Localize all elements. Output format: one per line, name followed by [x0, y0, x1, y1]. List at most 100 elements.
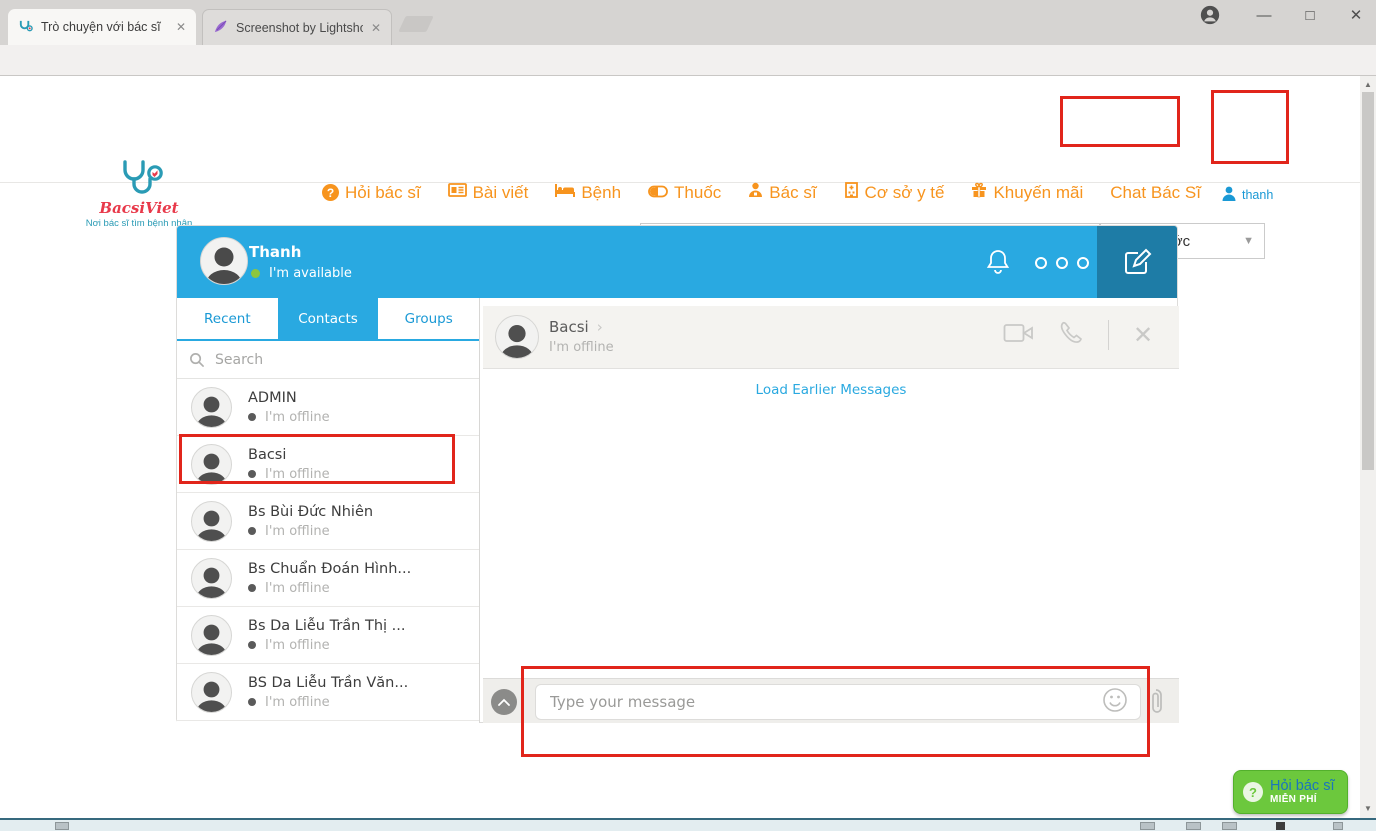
contact-row[interactable]: BS Da Liễu Trần Văn... I'm offline [177, 664, 479, 721]
contact-row-admin[interactable]: ADMIN I'm offline [177, 379, 479, 436]
contact-search-input[interactable] [213, 351, 467, 369]
window-minimize-button[interactable]: — [1244, 0, 1284, 30]
taskbar-icon [1186, 822, 1201, 830]
nav-item-thuoc[interactable]: Thuốc [648, 183, 721, 203]
collapse-button[interactable] [491, 689, 517, 715]
offline-status-dot [248, 470, 256, 478]
ask-doctor-floating-button[interactable]: ? Hỏi bác sĩ MIỄN PHÍ [1233, 770, 1348, 814]
my-name: Thanh [249, 243, 301, 261]
taskbar-icon [1140, 822, 1155, 830]
browser-profile-icon[interactable] [1190, 0, 1230, 30]
lightshot-favicon [213, 19, 228, 37]
nav-label: Cơ sở y tế [865, 183, 945, 203]
nav-item-co-so-y-te[interactable]: Cơ sở y tế [844, 182, 945, 203]
message-input[interactable] [548, 692, 1102, 712]
gift-icon [971, 182, 987, 203]
page-scrollbar[interactable]: ▲ ▼ [1360, 76, 1376, 818]
taskbar-icon [55, 822, 69, 830]
my-status[interactable]: I'm available [251, 266, 352, 281]
notifications-bell-icon[interactable] [985, 248, 1011, 280]
contact-row-bacsi[interactable]: Bacsi I'm offline [177, 436, 479, 493]
logo-text: BacsiViet [84, 201, 194, 215]
nav-item-hoi-bac-si[interactable]: ? Hỏi bác sĩ [322, 183, 421, 203]
load-earlier-messages-link[interactable]: Load Earlier Messages [483, 382, 1179, 398]
avatar [191, 672, 232, 713]
contact-row[interactable]: Bs Bùi Đức Nhiên I'm offline [177, 493, 479, 550]
offline-status-dot [248, 527, 256, 535]
contacts-panel: Recent Contacts Groups ADMIN I'm offline… [177, 298, 480, 723]
conversation-messages-area: Load Earlier Messages [483, 369, 1179, 678]
browser-tab-active[interactable]: Trò chuyện với bác sĩ ✕ [8, 9, 196, 45]
offline-status-dot [248, 413, 256, 421]
contact-search-box[interactable] [177, 341, 479, 379]
nav-label: Bài viết [473, 183, 529, 203]
scroll-up-icon[interactable]: ▲ [1360, 80, 1376, 89]
nav-item-chat-bac-si[interactable]: Chat Bác Sĩ [1110, 183, 1201, 203]
nav-item-bai-viet[interactable]: Bài viết [448, 182, 529, 203]
close-conversation-icon[interactable]: ✕ [1133, 323, 1153, 347]
tab-title: Screenshot by Lightshot [236, 21, 363, 35]
nav-label: Hỏi bác sĩ [345, 183, 421, 203]
pill-icon [648, 183, 668, 203]
taskbar-icon [1276, 822, 1285, 830]
chat-widget-header: Thanh I'm available [177, 226, 1177, 298]
compose-icon [1122, 247, 1152, 277]
video-call-icon[interactable] [1003, 321, 1034, 349]
offline-status-dot [248, 641, 256, 649]
user-account-link[interactable]: thanh [1222, 186, 1273, 204]
message-input-box[interactable] [535, 684, 1141, 720]
contact-row[interactable]: Bs Chuẩn Đoán Hình... I'm offline [177, 550, 479, 607]
conversation-contact-name[interactable]: Bacsi› [549, 318, 603, 336]
site-header: BacsiViet Nơi bác sĩ tìm bệnh nhân ? Hỏi… [0, 76, 1360, 183]
avatar [200, 237, 248, 285]
attachment-paperclip-icon[interactable] [1149, 688, 1163, 720]
avatar [495, 315, 539, 359]
question-circle-icon: ? [322, 184, 339, 201]
window-close-button[interactable]: ✕ [1336, 0, 1376, 30]
voice-call-icon[interactable] [1058, 320, 1084, 350]
conversation-footer [483, 678, 1179, 723]
contact-row[interactable]: Bs Da Liễu Trần Thị ... I'm offline [177, 607, 479, 664]
tab-groups[interactable]: Groups [378, 298, 479, 339]
conversation-contact-status: I'm offline [549, 340, 614, 355]
nav-item-benh[interactable]: Bệnh [555, 183, 621, 203]
nav-label: Thuốc [674, 183, 721, 203]
tab-close-icon[interactable]: ✕ [176, 20, 186, 34]
hospital-icon [844, 182, 859, 203]
tab-title: Trò chuyện với bác sĩ [41, 20, 168, 34]
scrollbar-thumb[interactable] [1362, 92, 1374, 470]
nav-item-khuyen-mai[interactable]: Khuyến mãi [971, 182, 1083, 203]
scroll-down-icon[interactable]: ▼ [1360, 804, 1376, 813]
avatar [191, 387, 232, 428]
emoji-icon[interactable] [1102, 687, 1128, 717]
tab-close-icon[interactable]: ✕ [371, 21, 381, 35]
site-logo[interactable]: BacsiViet Nơi bác sĩ tìm bệnh nhân [84, 160, 194, 229]
browser-tab-bar: — □ ✕ Trò chuyện với bác sĩ ✕ Screenshot… [0, 0, 1376, 45]
window-maximize-button[interactable]: □ [1290, 0, 1330, 30]
new-tab-button[interactable] [398, 16, 433, 32]
nav-label: Bệnh [581, 183, 621, 203]
bed-icon [555, 183, 575, 203]
offline-status-dot [248, 584, 256, 592]
doctor-icon [748, 182, 763, 203]
taskbar-icon [1222, 822, 1237, 830]
chevron-down-icon: ▼ [1243, 235, 1254, 247]
avatar [191, 558, 232, 599]
browser-toolbar: ← → ⌂ bacsiviet.vn /messages ☆ a ⋮ [0, 45, 1376, 76]
tab-recent[interactable]: Recent [177, 298, 278, 339]
compose-message-button[interactable] [1097, 226, 1177, 298]
taskbar-icon [1333, 822, 1343, 830]
site-favicon [18, 18, 33, 36]
nav-item-bac-si[interactable]: Bác sĩ [748, 182, 816, 203]
chat-tabs: Recent Contacts Groups [177, 298, 479, 341]
offline-status-dot [248, 698, 256, 706]
tab-contacts[interactable]: Contacts [278, 298, 379, 339]
screen: — □ ✕ Trò chuyện với bác sĩ ✕ Screenshot… [0, 0, 1376, 831]
browser-tab-inactive[interactable]: Screenshot by Lightshot ✕ [202, 9, 392, 45]
more-options-icon[interactable] [1035, 257, 1089, 269]
chevron-up-icon [498, 698, 510, 706]
nav-label: Chat Bác Sĩ [1110, 183, 1201, 203]
avatar [191, 615, 232, 656]
avatar [191, 501, 232, 542]
user-icon [1222, 186, 1236, 204]
